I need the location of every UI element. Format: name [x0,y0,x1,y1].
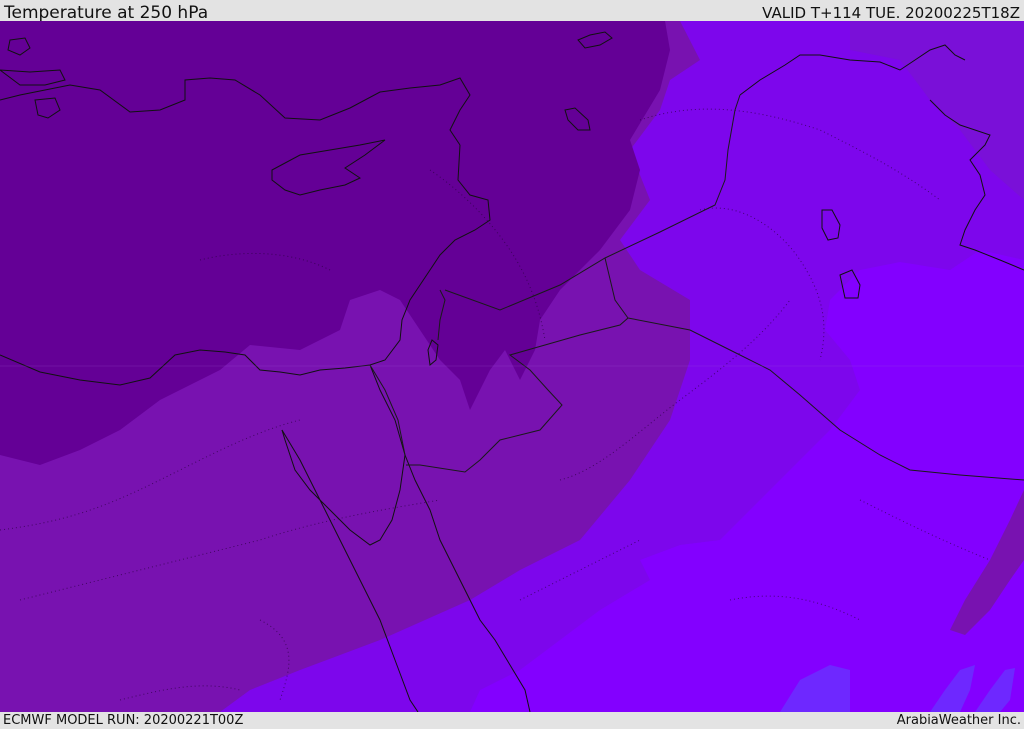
model-run-label: ECMWF MODEL RUN: 20200221T00Z [3,713,244,728]
header-bar: Temperature at 250 hPa VALID T+114 TUE. … [0,0,1024,23]
weather-map[interactable] [0,21,1024,712]
valid-time-label: VALID T+114 TUE. 20200225T18Z [762,4,1020,22]
map-title: Temperature at 250 hPa [4,3,209,23]
footer-bar: ECMWF MODEL RUN: 20200221T00Z ArabiaWeat… [0,712,1024,729]
credit-label: ArabiaWeather Inc. [896,713,1021,728]
temperature-field [0,21,1024,712]
